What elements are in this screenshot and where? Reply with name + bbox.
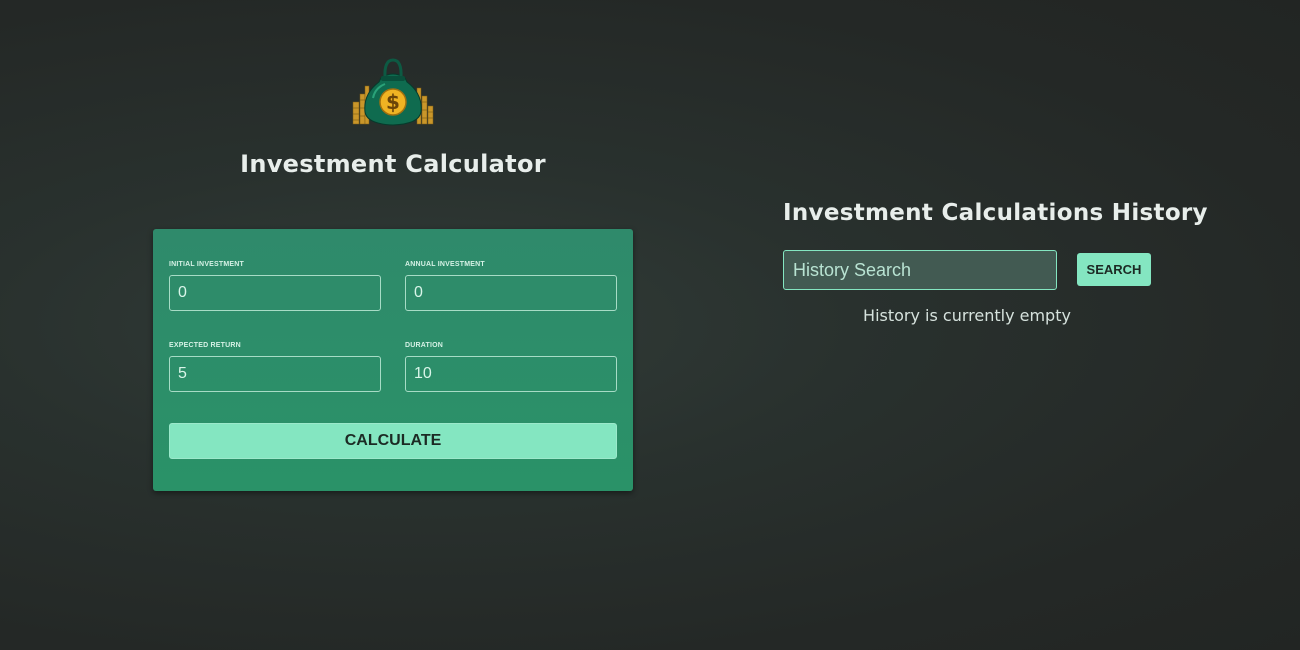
svg-text:$: $ bbox=[386, 90, 400, 114]
history-empty-message: History is currently empty bbox=[863, 306, 1071, 325]
expected-return-input[interactable] bbox=[169, 356, 381, 392]
search-button[interactable]: SEARCH bbox=[1077, 253, 1151, 286]
initial-investment-input[interactable] bbox=[169, 275, 381, 311]
initial-investment-field: INITIAL INVESTMENT bbox=[169, 261, 381, 311]
duration-label: DURATION bbox=[405, 342, 444, 349]
annual-investment-field: ANNUAL INVESTMENT bbox=[405, 261, 617, 311]
calculator-form: INITIAL INVESTMENT ANNUAL INVESTMENT EXP… bbox=[153, 229, 633, 491]
app-title: Investment Calculator bbox=[240, 150, 546, 178]
expected-return-field: EXPECTED RETURN bbox=[169, 342, 381, 392]
history-title: Investment Calculations History bbox=[783, 200, 1208, 226]
initial-investment-label: INITIAL INVESTMENT bbox=[169, 261, 245, 268]
calculate-button[interactable]: CALCULATE bbox=[169, 423, 617, 459]
annual-investment-label: ANNUAL INVESTMENT bbox=[405, 261, 485, 268]
expected-return-label: EXPECTED RETURN bbox=[169, 342, 241, 349]
money-bag-icon: $ bbox=[351, 58, 435, 128]
history-search-input[interactable] bbox=[783, 250, 1057, 290]
duration-field: DURATION bbox=[405, 342, 617, 392]
duration-input[interactable] bbox=[405, 356, 617, 392]
annual-investment-input[interactable] bbox=[405, 275, 617, 311]
